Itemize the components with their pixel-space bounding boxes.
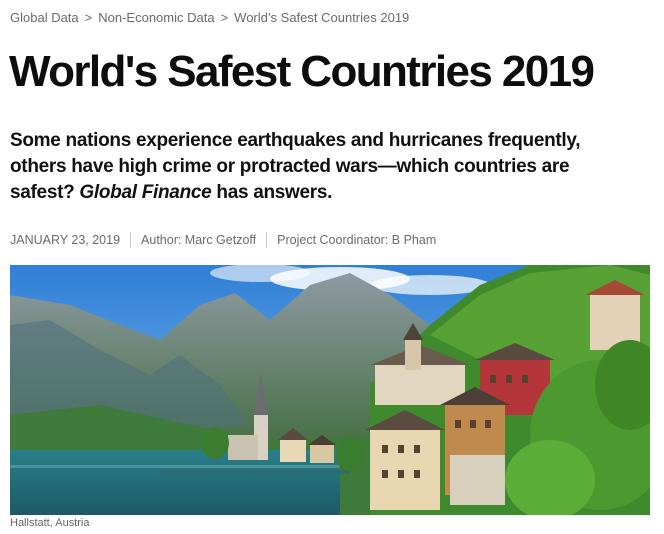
image-caption: Hallstatt, Austria [10,517,90,529]
hallstatt-photo [10,265,650,515]
hero-image [10,265,650,515]
author-byline: Author: Marc Getzoff [141,233,257,247]
breadcrumb-link-non-economic-data[interactable]: Non-Economic Data [98,10,214,25]
publish-date: JANUARY 23, 2019 [10,233,121,247]
dek-text-end: has answers. [211,182,333,203]
project-coordinator: Project Coordinator: B Pham [277,233,437,247]
breadcrumb-link-global-data[interactable]: Global Data [10,10,79,25]
article-dek: Some nations experience earthquakes and … [10,128,630,206]
dek-publication-name: Global Finance [79,182,212,203]
breadcrumb-separator: > [84,10,93,25]
breadcrumb: Global Data > Non-Economic Data > World’s Sa… [10,10,409,25]
breadcrumb-link-current-page[interactable]: World’s Safest Countries 2019 [234,10,409,25]
page-title: World's Safest Countries 2019 [9,47,595,96]
breadcrumb-separator: > [220,10,229,25]
article-meta: JANUARY 23, 2019 Author: Marc Getzoff Pr… [10,232,436,248]
meta-divider [130,232,132,248]
meta-divider [266,232,268,248]
